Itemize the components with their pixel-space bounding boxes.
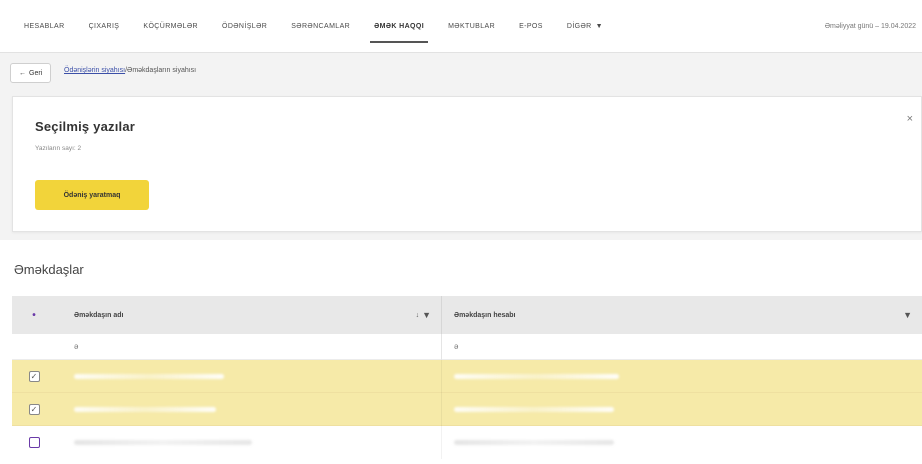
nav-item-emek-haqqi[interactable]: ƏMƏK HAQQI: [362, 0, 436, 52]
create-payment-button[interactable]: Ödəniş yaratmaq: [35, 180, 149, 210]
table-header: • Əməkdaşın adı ↓ ▼ Əməkdaşın hesabı ▼: [12, 296, 922, 334]
breadcrumb: Ödənişlərin siyahısı/Əməkdaşların siyahı…: [64, 67, 196, 74]
column-header-account[interactable]: Əməkdaşın hesabı ▼: [442, 310, 922, 320]
row-check-cell[interactable]: [12, 437, 56, 448]
column-header-label: Əməkdaşın adı: [74, 311, 124, 319]
top-navigation: HESABLAR ÇIXARIŞ KÖÇÜRMƏLƏR ÖDƏNİŞLƏR SƏ…: [0, 0, 922, 52]
employee-account-cell: [442, 440, 922, 445]
arrow-left-icon: ←: [19, 69, 26, 77]
account-filter-input[interactable]: ə: [442, 342, 922, 351]
nav-item-cixaris[interactable]: ÇIXARIŞ: [77, 0, 132, 52]
redacted-text: [74, 440, 252, 445]
breadcrumb-link-payments[interactable]: Ödənişlərin siyahısı: [64, 67, 125, 74]
row-check-cell[interactable]: ✓: [12, 403, 56, 415]
nav-item-e-pos[interactable]: E-POS: [507, 0, 555, 52]
checkbox-checked[interactable]: ✓: [28, 403, 40, 415]
employee-name-cell: [56, 392, 442, 426]
nav-item-label: SƏRƏNCAMLAR: [291, 22, 351, 30]
nav-item-label: DİGƏR: [566, 22, 592, 30]
employee-name-cell: [56, 426, 442, 459]
employees-table: • Əməkdaşın adı ↓ ▼ Əməkdaşın hesabı ▼ ə…: [12, 296, 922, 459]
checkbox-unchecked[interactable]: [28, 437, 40, 448]
redacted-text: [74, 373, 224, 379]
back-button[interactable]: ← Geri: [10, 63, 52, 83]
nav-item-kocurmeler[interactable]: KÖÇÜRMƏLƏR: [131, 0, 210, 52]
checkbox-checked[interactable]: ✓: [28, 370, 40, 382]
nav-item-serencamlar[interactable]: SƏRƏNCAMLAR: [279, 0, 362, 52]
employee-name-cell: [56, 359, 442, 393]
back-button-label: Geri: [29, 69, 43, 77]
breadcrumb-current: Əməkdaşların siyahısı: [127, 67, 197, 74]
selected-items-panel: Seçilmiş yazılar Yazıların sayı: 2 × Ödə…: [12, 96, 922, 232]
close-icon[interactable]: ×: [907, 113, 913, 125]
panel-title: Seçilmiş yazılar: [35, 119, 136, 134]
nav-item-label: E-POS: [519, 22, 543, 30]
redacted-text: [454, 373, 619, 379]
operation-day: Əməliyyat günü – 19.04.2022: [824, 22, 916, 30]
section-title: Əməkdaşlar: [14, 262, 84, 277]
redacted-text: [74, 406, 216, 412]
nav-item-diger[interactable]: DİGƏR ▼: [555, 0, 615, 52]
row-check-cell[interactable]: ✓: [12, 370, 56, 382]
nav-item-label: KÖÇÜRMƏLƏR: [143, 22, 198, 30]
filter-icon[interactable]: ▼: [422, 310, 431, 320]
redacted-text: [454, 406, 614, 412]
table-row[interactable]: ✓: [12, 359, 922, 393]
bullet-icon: •: [32, 309, 36, 321]
select-all-cell[interactable]: •: [12, 310, 56, 321]
sort-arrow-icon[interactable]: ↓: [416, 312, 420, 319]
column-header-label: Əməkdaşın hesabı: [454, 311, 516, 319]
table-row[interactable]: [12, 426, 922, 459]
nav-item-mektublar[interactable]: MƏKTUBLAR: [436, 0, 507, 52]
employee-account-cell: [442, 406, 922, 412]
sort-controls: ▼: [903, 310, 912, 320]
caret-down-icon: ▼: [595, 22, 603, 30]
redacted-text: [454, 440, 614, 445]
nav-item-odenisler[interactable]: ÖDƏNİŞLƏR: [210, 0, 279, 52]
sort-controls: ↓ ▼: [416, 310, 431, 320]
table-row[interactable]: ✓: [12, 392, 922, 426]
nav-item-label: ƏMƏK HAQQI: [374, 22, 425, 30]
panel-subtitle: Yazıların sayı: 2: [35, 145, 82, 152]
name-filter-input[interactable]: ə: [56, 333, 442, 360]
nav-items: HESABLAR ÇIXARIŞ KÖÇÜRMƏLƏR ÖDƏNİŞLƏR SƏ…: [12, 0, 615, 52]
nav-item-label: ÇIXARIŞ: [88, 22, 120, 30]
filter-icon[interactable]: ▼: [903, 310, 912, 320]
nav-item-hesablar[interactable]: HESABLAR: [12, 0, 77, 52]
nav-item-label: HESABLAR: [24, 22, 65, 30]
breadcrumb-bar: ← Geri Ödənişlərin siyahısı/Əməkdaşların…: [0, 52, 922, 90]
employee-account-cell: [442, 373, 922, 379]
nav-item-label: MƏKTUBLAR: [448, 22, 496, 30]
nav-item-label: ÖDƏNİŞLƏR: [221, 22, 268, 30]
column-header-name[interactable]: Əməkdaşın adı ↓ ▼: [56, 296, 442, 334]
filter-row: ə ə: [12, 333, 922, 360]
